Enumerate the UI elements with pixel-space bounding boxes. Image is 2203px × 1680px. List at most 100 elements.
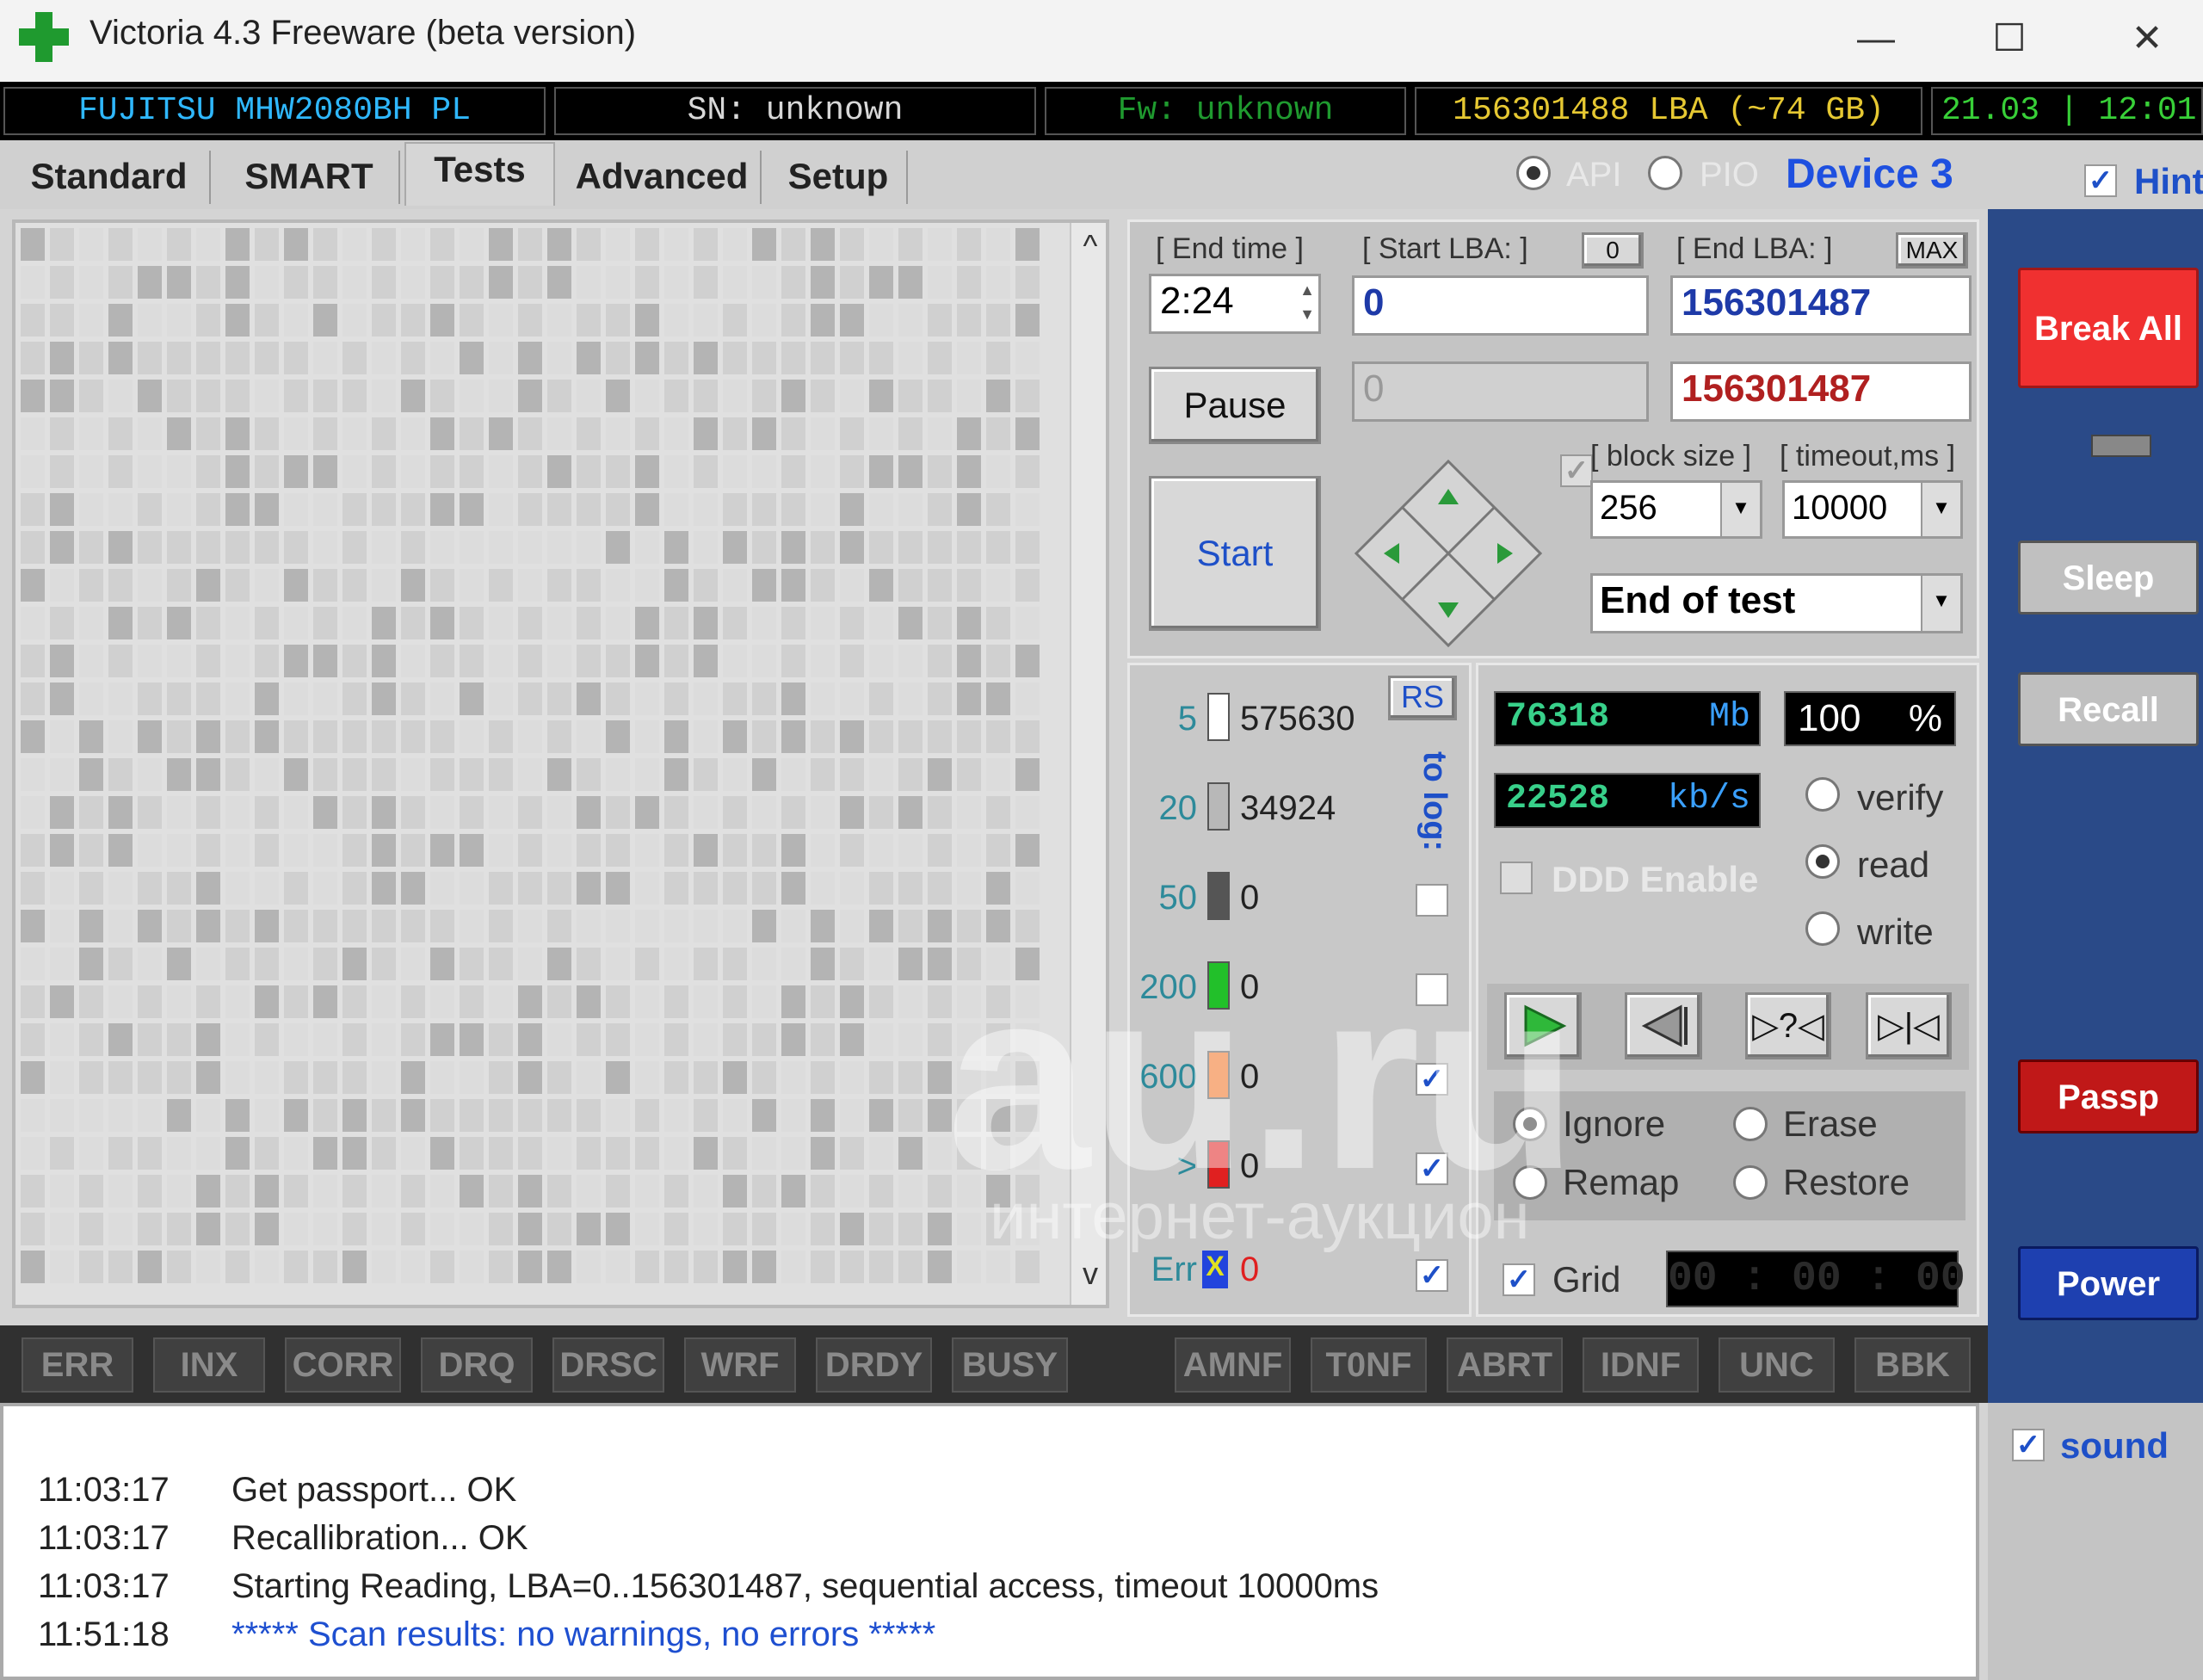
passport-button[interactable]: Passp	[2018, 1059, 2199, 1133]
break-all-button[interactable]: Break All	[2018, 268, 2199, 388]
on-finish-select[interactable]: End of test ▼	[1590, 573, 1963, 633]
map-block	[781, 758, 805, 791]
map-block	[518, 1023, 542, 1056]
block-size-select[interactable]: 256 ▼	[1590, 480, 1762, 539]
map-block	[986, 796, 1010, 829]
map-block	[869, 531, 893, 564]
map-block	[196, 342, 220, 374]
map-block	[79, 720, 103, 753]
verify-radio[interactable]	[1805, 777, 1840, 812]
seek-unknown-icon[interactable]: ▷?◁	[1745, 992, 1831, 1059]
map-block	[21, 531, 45, 564]
map-block	[372, 380, 396, 412]
map-block	[986, 493, 1010, 526]
map-block	[401, 1175, 425, 1208]
map-block	[225, 266, 250, 299]
map-block	[664, 342, 688, 374]
map-block	[840, 682, 864, 715]
restore-radio[interactable]	[1733, 1165, 1768, 1200]
map-block	[986, 645, 1010, 677]
chevron-down-icon[interactable]: ▼	[1921, 483, 1960, 536]
minimize-button[interactable]: —	[1837, 9, 1915, 69]
end-time-field[interactable]: 2:24 ▲ ▼	[1149, 274, 1321, 334]
map-block	[284, 1099, 308, 1132]
direction-pad[interactable]	[1349, 454, 1547, 652]
map-block	[664, 1137, 688, 1170]
rs-button[interactable]: RS	[1388, 676, 1457, 720]
map-block	[342, 720, 367, 753]
chevron-down-icon[interactable]: ▼	[1720, 483, 1760, 536]
map-block	[547, 1175, 571, 1208]
map-block	[928, 758, 952, 791]
map-block	[547, 228, 571, 261]
maximize-button[interactable]: ☐	[1971, 9, 2048, 69]
map-block	[225, 834, 250, 867]
tab-setup[interactable]: Setup	[770, 151, 908, 204]
api-radio[interactable]	[1516, 156, 1551, 190]
hint-checkbox[interactable]: ✓	[2084, 164, 2117, 197]
chevron-down-icon[interactable]: ▼	[1921, 576, 1960, 631]
spinner-arrows-icon[interactable]: ▲ ▼	[1299, 278, 1315, 326]
ddd-enable-checkbox[interactable]	[1500, 862, 1533, 894]
map-block	[196, 266, 220, 299]
scroll-down-icon[interactable]: v	[1071, 1256, 1106, 1292]
map-block	[723, 1213, 747, 1245]
map-block	[50, 266, 74, 299]
start-lba-field[interactable]: 0	[1352, 275, 1649, 336]
map-block	[342, 985, 367, 1018]
map-block	[606, 380, 630, 412]
write-radio[interactable]	[1805, 911, 1840, 946]
tab-advanced[interactable]: Advanced	[564, 151, 762, 204]
map-block	[606, 1023, 630, 1056]
map-block	[898, 910, 923, 942]
tab-smart[interactable]: SMART	[219, 151, 400, 204]
map-block	[401, 569, 425, 602]
map-block	[869, 266, 893, 299]
map-block	[460, 1137, 484, 1170]
map-block	[664, 531, 688, 564]
sleep-button[interactable]: Sleep	[2018, 540, 2199, 615]
map-block	[313, 1213, 337, 1245]
map-block	[723, 645, 747, 677]
recall-button[interactable]: Recall	[2018, 672, 2199, 746]
map-block	[577, 455, 601, 488]
map-block	[1015, 1251, 1040, 1283]
start-lba-reset-button[interactable]: 0	[1582, 232, 1644, 269]
map-block	[811, 607, 835, 639]
map-block	[401, 872, 425, 905]
percent-value: 100	[1798, 697, 1861, 739]
map-block	[577, 1251, 601, 1283]
scroll-up-icon[interactable]: ^	[1071, 228, 1106, 264]
direction-checkbox[interactable]: ✓	[1560, 454, 1593, 487]
close-button[interactable]: ✕	[2108, 9, 2186, 69]
end-lba-max-button[interactable]: MAX	[1896, 232, 1968, 269]
map-block	[840, 720, 864, 753]
map-block	[635, 607, 659, 639]
map-block	[723, 682, 747, 715]
map-block	[79, 682, 103, 715]
start-button[interactable]: Start	[1149, 476, 1321, 631]
sound-checkbox[interactable]: ✓	[2012, 1429, 2045, 1461]
grid-checkbox[interactable]: ✓	[1503, 1263, 1535, 1296]
pio-radio[interactable]	[1648, 156, 1682, 190]
stat-log-checkbox[interactable]	[1416, 884, 1448, 917]
timeout-select[interactable]: 10000 ▼	[1782, 480, 1963, 539]
tab-tests[interactable]: Tests	[404, 142, 555, 206]
err-log-checkbox[interactable]: ✓	[1416, 1259, 1448, 1292]
rewind-icon[interactable]	[1625, 992, 1702, 1059]
map-block	[811, 796, 835, 829]
device-label[interactable]: Device 3	[1786, 151, 1953, 198]
map-block	[606, 1099, 630, 1132]
read-radio[interactable]	[1805, 844, 1840, 879]
skip-end-icon[interactable]: ▷|◁	[1866, 992, 1952, 1059]
pause-button[interactable]: Pause	[1149, 367, 1321, 444]
map-block	[635, 342, 659, 374]
map-block	[372, 1061, 396, 1094]
erase-radio[interactable]	[1733, 1107, 1768, 1141]
restore-label: Restore	[1783, 1162, 1910, 1202]
map-block	[196, 417, 220, 450]
end-lba-field[interactable]: 156301487	[1670, 275, 1972, 336]
power-button[interactable]: Power	[2018, 1246, 2199, 1320]
map-block	[957, 493, 981, 526]
tab-standard[interactable]: Standard	[9, 151, 211, 204]
